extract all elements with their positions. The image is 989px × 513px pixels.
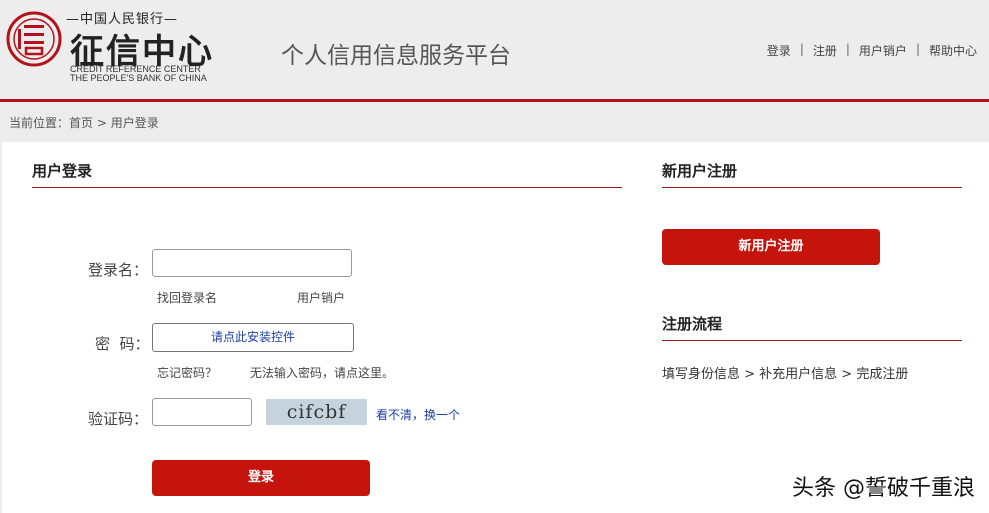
register-flow-divider <box>662 340 962 341</box>
password-label: 密 码： <box>95 335 150 353</box>
main-content: 用户登录 登录名： 找回登录名 用户销户 密 码： 请点此安装控件 忘记密码？ … <box>2 142 989 513</box>
install-control-button[interactable]: 请点此安装控件 <box>152 323 354 352</box>
nav-separator: | <box>799 42 804 56</box>
login-section-divider <box>32 187 622 188</box>
site-header: —中国人民银行— 征信中心 CREDIT REFERENCE CENTER TH… <box>0 0 989 99</box>
breadcrumb-current: 用户登录 <box>110 116 159 130</box>
find-username-link[interactable]: 找回登录名 <box>157 289 217 306</box>
login-submit-button[interactable]: 登录 <box>152 460 370 496</box>
header-divider <box>0 99 989 102</box>
cancel-account-link[interactable]: 用户销户 <box>297 289 345 306</box>
new-user-register-button[interactable]: 新用户注册 <box>662 229 880 265</box>
captcha-input[interactable] <box>152 398 252 426</box>
platform-title: 个人信用信息服务平台 <box>281 43 511 69</box>
nav-register-link[interactable]: 注册 <box>813 42 837 59</box>
nav-help-link[interactable]: 帮助中心 <box>929 42 977 59</box>
register-flow-title: 注册流程 <box>662 315 723 333</box>
username-label: 登录名： <box>88 261 149 279</box>
nav-login-link[interactable]: 登录 <box>767 42 791 59</box>
login-section-title: 用户登录 <box>32 162 93 180</box>
breadcrumb-home-link[interactable]: 首页 <box>69 116 93 130</box>
breadcrumb-prefix: 当前位置： <box>9 116 70 130</box>
register-section-title: 新用户注册 <box>662 162 738 180</box>
captcha-label: 验证码： <box>88 410 149 428</box>
nav-cancel-account-link[interactable]: 用户销户 <box>859 42 907 59</box>
cannot-input-password-link[interactable]: 无法输入密码，请点这里。 <box>250 364 394 381</box>
watermark-text: 头条 @誓破千重浪 <box>792 476 975 501</box>
username-input[interactable] <box>152 249 352 277</box>
nav-separator: | <box>915 42 920 56</box>
forgot-password-link[interactable]: 忘记密码？ <box>157 364 217 381</box>
breadcrumb: 当前位置：首页 > 用户登录 <box>9 114 159 131</box>
logo-english-line2: THE PEOPLE'S BANK OF CHINA <box>70 73 207 83</box>
captcha-refresh-link[interactable]: 看不清，换一个 <box>376 406 460 423</box>
register-section-divider <box>662 187 962 188</box>
captcha-image[interactable]: cifcbf <box>266 399 367 425</box>
credit-center-seal-icon <box>6 11 62 67</box>
register-flow-steps: 填写身份信息 > 补充用户信息 > 完成注册 <box>662 367 909 382</box>
top-navigation: 登录 | 注册 | 用户销户 | 帮助中心 <box>767 42 977 59</box>
nav-separator: | <box>845 42 850 56</box>
breadcrumb-separator: > <box>93 116 111 130</box>
